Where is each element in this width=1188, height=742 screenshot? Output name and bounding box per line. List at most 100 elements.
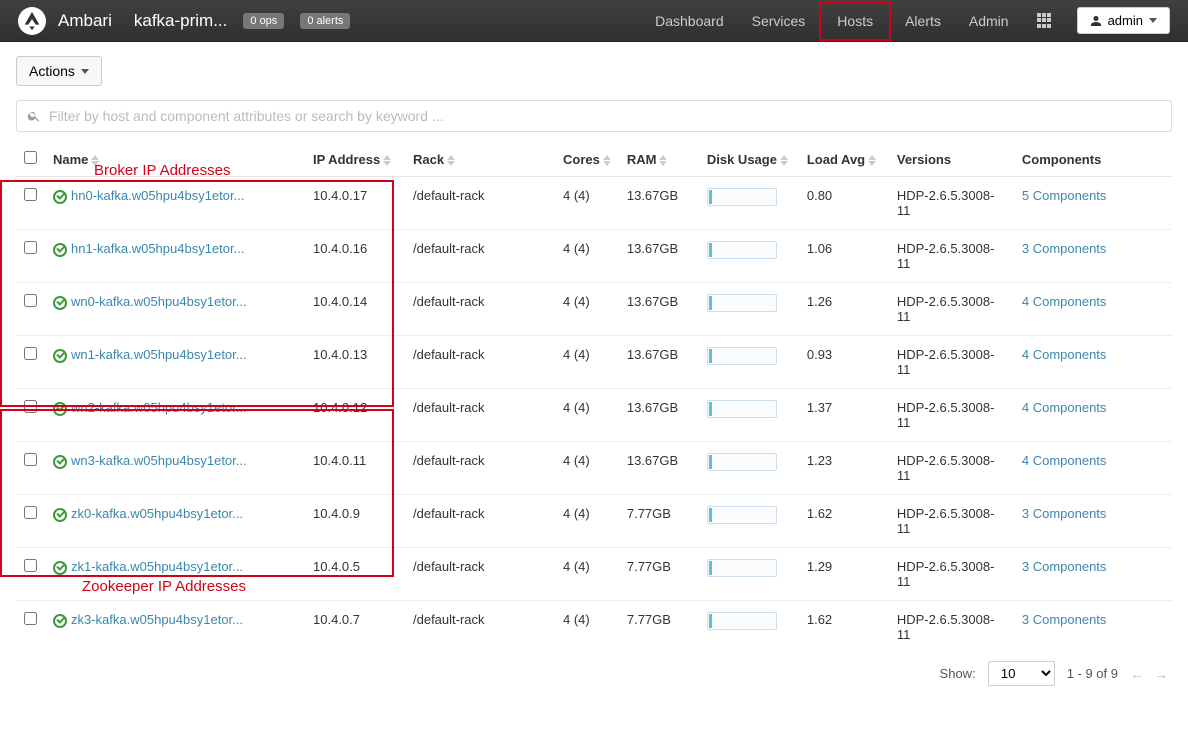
col-cores[interactable]: Cores xyxy=(555,142,619,177)
components-link[interactable]: 3 Components xyxy=(1022,241,1107,256)
cell-cores: 4 (4) xyxy=(555,177,619,230)
cell-cores: 4 (4) xyxy=(555,389,619,442)
cell-load: 1.06 xyxy=(799,230,889,283)
show-label: Show: xyxy=(940,666,976,681)
components-link[interactable]: 4 Components xyxy=(1022,294,1107,309)
components-link[interactable]: 5 Components xyxy=(1022,188,1107,203)
host-name-link[interactable]: zk1-kafka.w05hpu4bsy1etor... xyxy=(71,559,243,574)
table-row: hn0-kafka.w05hpu4bsy1etor... 10.4.0.17 /… xyxy=(16,177,1172,230)
pagination-bar: Show: 10 1 - 9 of 9 ← → xyxy=(16,653,1172,690)
sort-icon xyxy=(868,155,876,166)
host-name-link[interactable]: wn0-kafka.w05hpu4bsy1etor... xyxy=(71,294,247,309)
cell-rack: /default-rack xyxy=(405,495,555,548)
components-link[interactable]: 4 Components xyxy=(1022,400,1107,415)
components-link[interactable]: 3 Components xyxy=(1022,559,1107,574)
status-ok-icon xyxy=(53,296,67,310)
cell-ram: 7.77GB xyxy=(619,495,699,548)
col-disk[interactable]: Disk Usage xyxy=(699,142,799,177)
ops-badge[interactable]: 0 ops xyxy=(243,13,284,29)
table-row: wn2-kafka.w05hpu4bsy1etor... 10.4.0.12 /… xyxy=(16,389,1172,442)
cell-ip: 10.4.0.5 xyxy=(305,548,405,601)
cell-ram: 13.67GB xyxy=(619,230,699,283)
cell-ip: 10.4.0.11 xyxy=(305,442,405,495)
disk-usage-bar xyxy=(707,400,777,418)
user-icon xyxy=(1090,15,1102,27)
row-checkbox[interactable] xyxy=(24,241,37,254)
disk-usage-bar xyxy=(707,506,777,524)
cell-load: 0.80 xyxy=(799,177,889,230)
status-ok-icon xyxy=(53,402,67,416)
cell-load: 0.93 xyxy=(799,336,889,389)
nav-dashboard[interactable]: Dashboard xyxy=(641,1,738,41)
components-link[interactable]: 4 Components xyxy=(1022,347,1107,362)
search-input[interactable] xyxy=(49,108,1161,124)
row-checkbox[interactable] xyxy=(24,400,37,413)
col-components: Components xyxy=(1014,142,1172,177)
prev-page-icon[interactable]: ← xyxy=(1130,666,1144,682)
cell-version: HDP-2.6.5.3008-11 xyxy=(889,336,1014,389)
components-link[interactable]: 3 Components xyxy=(1022,612,1107,627)
cell-ram: 7.77GB xyxy=(619,548,699,601)
nav-admin[interactable]: Admin xyxy=(955,1,1023,41)
select-all-checkbox[interactable] xyxy=(24,151,37,164)
host-name-link[interactable]: wn1-kafka.w05hpu4bsy1etor... xyxy=(71,347,247,362)
disk-usage-bar xyxy=(707,347,777,365)
user-menu-button[interactable]: admin xyxy=(1077,7,1170,34)
next-page-icon[interactable]: → xyxy=(1154,666,1168,682)
sort-icon xyxy=(603,155,611,166)
nav-alerts[interactable]: Alerts xyxy=(891,1,955,41)
cell-cores: 4 (4) xyxy=(555,495,619,548)
cell-load: 1.62 xyxy=(799,601,889,654)
brand-name[interactable]: Ambari xyxy=(58,11,112,31)
row-checkbox[interactable] xyxy=(24,347,37,360)
cell-rack: /default-rack xyxy=(405,177,555,230)
alerts-badge[interactable]: 0 alerts xyxy=(300,13,350,29)
sort-icon xyxy=(780,155,788,166)
host-name-link[interactable]: hn1-kafka.w05hpu4bsy1etor... xyxy=(71,241,244,256)
caret-down-icon xyxy=(81,69,89,74)
cell-version: HDP-2.6.5.3008-11 xyxy=(889,601,1014,654)
cell-ram: 13.67GB xyxy=(619,442,699,495)
page-range: 1 - 9 of 9 xyxy=(1067,666,1118,681)
row-checkbox[interactable] xyxy=(24,294,37,307)
col-ram[interactable]: RAM xyxy=(619,142,699,177)
cell-ip: 10.4.0.7 xyxy=(305,601,405,654)
cluster-name[interactable]: kafka-prim... xyxy=(134,11,228,31)
nav-hosts[interactable]: Hosts xyxy=(819,1,891,41)
col-load[interactable]: Load Avg xyxy=(799,142,889,177)
row-checkbox[interactable] xyxy=(24,559,37,572)
table-row: wn0-kafka.w05hpu4bsy1etor... 10.4.0.14 /… xyxy=(16,283,1172,336)
disk-usage-bar xyxy=(707,188,777,206)
nav-services[interactable]: Services xyxy=(738,1,820,41)
filter-search-bar[interactable] xyxy=(16,100,1172,132)
cell-ram: 13.67GB xyxy=(619,283,699,336)
row-checkbox[interactable] xyxy=(24,506,37,519)
actions-button[interactable]: Actions xyxy=(16,56,102,86)
row-checkbox[interactable] xyxy=(24,612,37,625)
annotation-zookeeper-label: Zookeeper IP Addresses xyxy=(82,578,246,595)
apps-grid-icon[interactable] xyxy=(1037,13,1053,29)
sort-icon xyxy=(659,155,667,166)
components-link[interactable]: 3 Components xyxy=(1022,506,1107,521)
ambari-logo[interactable] xyxy=(18,7,46,35)
top-navbar: Ambari kafka-prim... 0 ops 0 alerts Dash… xyxy=(0,0,1188,42)
host-name-link[interactable]: wn3-kafka.w05hpu4bsy1etor... xyxy=(71,453,247,468)
cell-rack: /default-rack xyxy=(405,601,555,654)
host-name-link[interactable]: zk3-kafka.w05hpu4bsy1etor... xyxy=(71,612,243,627)
col-rack[interactable]: Rack xyxy=(405,142,555,177)
host-name-link[interactable]: zk0-kafka.w05hpu4bsy1etor... xyxy=(71,506,243,521)
row-checkbox[interactable] xyxy=(24,188,37,201)
page-size-select[interactable]: 10 xyxy=(988,661,1055,686)
col-ip[interactable]: IP Address xyxy=(305,142,405,177)
status-ok-icon xyxy=(53,243,67,257)
host-name-link[interactable]: wn2-kafka.w05hpu4bsy1etor... xyxy=(71,400,247,415)
cell-load: 1.26 xyxy=(799,283,889,336)
host-name-link[interactable]: hn0-kafka.w05hpu4bsy1etor... xyxy=(71,188,244,203)
status-ok-icon xyxy=(53,614,67,628)
row-checkbox[interactable] xyxy=(24,453,37,466)
cell-version: HDP-2.6.5.3008-11 xyxy=(889,177,1014,230)
cell-rack: /default-rack xyxy=(405,336,555,389)
cell-ram: 13.67GB xyxy=(619,336,699,389)
components-link[interactable]: 4 Components xyxy=(1022,453,1107,468)
cell-ram: 13.67GB xyxy=(619,389,699,442)
